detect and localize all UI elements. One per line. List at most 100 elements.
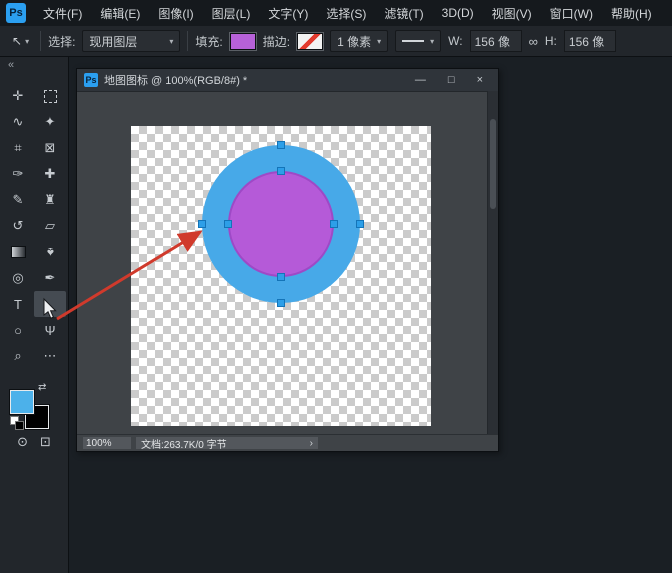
width-label: W:: [448, 34, 462, 48]
eraser-tool[interactable]: ▱: [34, 213, 66, 239]
app-logo-icon[interactable]: Ps: [6, 3, 26, 23]
frame-tool[interactable]: ⊠: [34, 135, 66, 161]
pen-icon: ✒: [45, 270, 56, 286]
anchor-handle[interactable]: [277, 273, 285, 281]
stroke-width-dropdown[interactable]: 1 像素 ▾: [330, 30, 388, 52]
anchor-handle[interactable]: [224, 220, 232, 228]
status-bar: 100% 文档:263.7K/0 字节 ›: [77, 434, 498, 451]
caret-down-icon: ▾: [169, 37, 173, 46]
healing-brush-icon: ✚: [45, 166, 56, 182]
height-value: 156 像: [569, 33, 604, 50]
document-titlebar[interactable]: Ps 地图图标 @ 100%(RGB/8#) * — □ ×: [77, 69, 498, 92]
blur-tool[interactable]: ♠: [34, 239, 66, 265]
quick-mask-button[interactable]: ⊙: [17, 434, 28, 450]
document-ps-icon: Ps: [84, 73, 98, 87]
crop-tool[interactable]: ⌗: [2, 135, 34, 161]
dodge-icon: ◎: [12, 270, 23, 286]
caret-down-icon: ▾: [430, 37, 434, 46]
height-label: H:: [545, 34, 557, 48]
menu-bar: Ps 文件(F) 编辑(E) 图像(I) 图层(L) 文字(Y) 选择(S) 滤…: [0, 0, 672, 26]
select-mode-dropdown[interactable]: 现用图层 ▾: [82, 30, 180, 52]
document-window: Ps 地图图标 @ 100%(RGB/8#) * — □ ×: [76, 68, 499, 452]
toolbar-collapse-button[interactable]: «: [0, 57, 68, 75]
menu-select[interactable]: 选择(S): [317, 0, 375, 26]
zoom-tool[interactable]: ⌕: [2, 343, 34, 369]
zoom-level-value: 100%: [86, 438, 112, 449]
hand-icon: Ψ: [45, 323, 56, 338]
anchor-handle[interactable]: [198, 220, 206, 228]
anchor-handle[interactable]: [277, 141, 285, 149]
zoom-icon: ⌕: [14, 348, 21, 364]
ellipsis-icon: ⋯: [44, 348, 57, 364]
menu-image[interactable]: 图像(I): [149, 0, 202, 26]
swap-colors-icon[interactable]: ⇄: [38, 382, 46, 393]
menu-view[interactable]: 视图(V): [483, 0, 541, 26]
brush-icon: ✎: [13, 192, 24, 208]
document-info-field[interactable]: 文档:263.7K/0 字节 ›: [136, 437, 318, 449]
anchor-handle[interactable]: [330, 220, 338, 228]
spot-healing-brush-tool[interactable]: ✚: [34, 161, 66, 187]
menu-file[interactable]: 文件(F): [34, 0, 91, 26]
gradient-tool[interactable]: [2, 239, 34, 265]
stroke-color-swatch[interactable]: [297, 33, 323, 50]
foreground-color-swatch[interactable]: [10, 390, 34, 414]
clone-stamp-tool[interactable]: ♜: [34, 187, 66, 213]
stroke-style-dropdown[interactable]: ▾: [395, 30, 441, 52]
anchor-handle[interactable]: [277, 299, 285, 307]
fill-color-swatch[interactable]: [230, 33, 256, 50]
width-value: 156 像: [475, 33, 510, 50]
eyedropper-icon: ✑: [13, 166, 24, 182]
menu-filter[interactable]: 滤镜(T): [375, 0, 432, 26]
tool-preset-button[interactable]: ↖ ▾: [8, 32, 33, 50]
anchor-handle[interactable]: [277, 167, 285, 175]
clone-stamp-icon: ♜: [44, 192, 56, 208]
width-input[interactable]: 156 像: [470, 30, 522, 52]
zoom-level-field[interactable]: 100%: [83, 437, 131, 449]
height-input[interactable]: 156 像: [564, 30, 616, 52]
default-colors-icon[interactable]: [10, 416, 25, 431]
close-button[interactable]: ×: [477, 75, 483, 86]
brush-tool[interactable]: ✎: [2, 187, 34, 213]
edit-toolbar-button[interactable]: ⋯: [34, 343, 66, 369]
menu-3d[interactable]: 3D(D): [433, 0, 483, 26]
menu-layer[interactable]: 图层(L): [203, 0, 260, 26]
rectangular-marquee-tool[interactable]: [34, 83, 66, 109]
quick-selection-tool[interactable]: ✦: [34, 109, 66, 135]
pen-tool[interactable]: ✒: [34, 265, 66, 291]
photoshop-app: Ps 文件(F) 编辑(E) 图像(I) 图层(L) 文字(Y) 选择(S) 滤…: [0, 0, 672, 573]
ellipse-tool[interactable]: ○: [2, 317, 34, 343]
anchor-handle[interactable]: [356, 220, 364, 228]
type-tool[interactable]: T: [2, 291, 34, 317]
path-selection-tool[interactable]: [34, 291, 66, 317]
document-info-text: 文档:263.7K/0 字节: [141, 436, 227, 451]
history-brush-tool[interactable]: ↺: [2, 213, 34, 239]
document-title: 地图图标 @ 100%(RGB/8#) *: [104, 72, 247, 88]
inner-circle-shape[interactable]: [228, 171, 334, 277]
maximize-button[interactable]: □: [448, 75, 455, 86]
menu-help[interactable]: 帮助(H): [602, 0, 661, 26]
frame-icon: ⊠: [45, 140, 56, 156]
scrollbar-thumb[interactable]: [490, 119, 496, 209]
minimize-button[interactable]: —: [415, 75, 426, 86]
gradient-icon: [11, 246, 26, 258]
color-swatches: ⇄: [10, 384, 56, 430]
status-chevron-icon[interactable]: ›: [310, 438, 313, 449]
history-brush-icon: ↺: [13, 218, 24, 234]
marquee-icon: [44, 90, 57, 103]
move-tool[interactable]: ✛: [2, 83, 34, 109]
options-bar: ↖ ▾ 选择: 现用图层 ▾ 填充: 描边: 1 像素 ▾ ▾ W: 156 像…: [0, 26, 672, 57]
canvas-area: [77, 91, 498, 435]
vertical-scrollbar[interactable]: [487, 91, 498, 435]
link-dimensions-icon[interactable]: ∞: [529, 34, 538, 49]
stroke-width-value: 1 像素: [337, 33, 371, 50]
screen-mode-button[interactable]: ⊡: [40, 434, 51, 450]
eyedropper-tool[interactable]: ✑: [2, 161, 34, 187]
menu-edit[interactable]: 编辑(E): [91, 0, 149, 26]
hand-tool[interactable]: Ψ: [34, 317, 66, 343]
canvas[interactable]: [131, 126, 431, 426]
menu-window[interactable]: 窗口(W): [541, 0, 602, 26]
dodge-tool[interactable]: ◎: [2, 265, 34, 291]
menu-type[interactable]: 文字(Y): [259, 0, 317, 26]
separator: [187, 31, 188, 51]
lasso-tool[interactable]: ∿: [2, 109, 34, 135]
